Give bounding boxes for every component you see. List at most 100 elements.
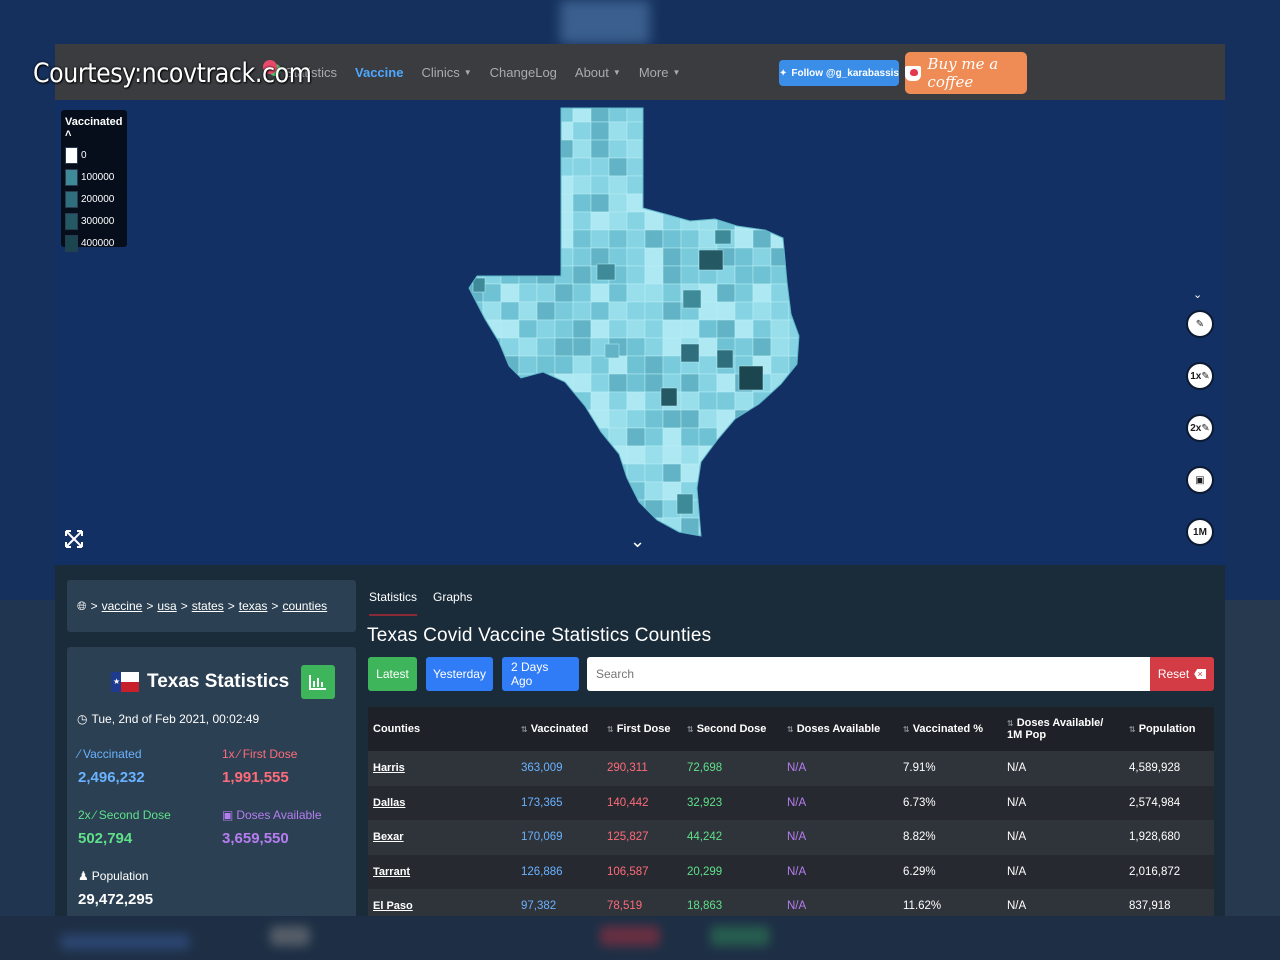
county-cell[interactable] — [770, 391, 790, 411]
pen-icon[interactable]: ✎ — [1186, 310, 1214, 338]
county-cell[interactable] — [752, 427, 772, 447]
county-cell[interactable] — [716, 373, 736, 393]
county-cell[interactable] — [734, 409, 754, 429]
county-link[interactable]: Tarrant — [373, 866, 410, 878]
county-cell[interactable] — [482, 499, 502, 519]
county-cell[interactable] — [465, 319, 484, 339]
county-cell[interactable] — [572, 319, 592, 339]
county-cell[interactable] — [716, 319, 736, 339]
county-cell[interactable] — [788, 499, 805, 519]
county-cell[interactable] — [626, 104, 646, 123]
county-cell[interactable] — [518, 319, 538, 339]
county-cell[interactable] — [752, 157, 772, 177]
county-cell[interactable] — [518, 499, 538, 519]
county-cell[interactable] — [554, 193, 574, 213]
county-cell[interactable] — [662, 409, 682, 429]
county-cell[interactable] — [572, 157, 592, 177]
county-cell[interactable] — [572, 175, 592, 195]
county-cell[interactable] — [626, 193, 646, 213]
county-cell[interactable] — [770, 535, 790, 544]
county-cell[interactable] — [626, 301, 646, 321]
county-cell[interactable] — [500, 481, 520, 501]
county-cell[interactable] — [680, 175, 700, 195]
county-cell[interactable] — [770, 463, 790, 483]
county-cell[interactable] — [500, 139, 520, 159]
county-cell[interactable] — [608, 319, 628, 339]
county-cell[interactable] — [626, 121, 646, 141]
county-cell[interactable] — [608, 229, 628, 249]
county-cell[interactable] — [465, 104, 484, 123]
county-cell[interactable] — [716, 193, 736, 213]
county-cell[interactable] — [716, 517, 736, 536]
county-cell[interactable] — [590, 104, 610, 123]
expand-icon[interactable] — [64, 529, 84, 549]
county-cell[interactable] — [734, 463, 754, 483]
2x-pen-icon[interactable]: 2x✎ — [1186, 414, 1214, 442]
county-cell[interactable] — [788, 517, 805, 536]
county-cell[interactable] — [500, 409, 520, 429]
tab-graphs[interactable]: Graphs — [433, 590, 472, 616]
county-cell[interactable] — [518, 517, 538, 536]
county-cell[interactable] — [752, 283, 772, 303]
county-cell[interactable] — [572, 481, 592, 501]
county-cell[interactable] — [680, 409, 700, 429]
county-cell[interactable] — [626, 373, 646, 393]
county-cell[interactable] — [644, 121, 664, 141]
county-cell[interactable] — [644, 463, 664, 483]
county-cell[interactable] — [644, 211, 664, 231]
county-cell[interactable] — [644, 481, 664, 501]
breadcrumb-link-vaccine[interactable]: vaccine — [102, 599, 143, 613]
county-cell[interactable] — [626, 463, 646, 483]
county-cell[interactable] — [554, 355, 574, 375]
county-cell[interactable] — [572, 121, 592, 141]
reset-button[interactable]: Reset × — [1150, 657, 1214, 691]
county-cell[interactable] — [465, 301, 484, 321]
county-cell[interactable] — [482, 193, 502, 213]
county-cell[interactable] — [770, 157, 790, 177]
county-cell[interactable] — [662, 427, 682, 447]
county-cell[interactable] — [716, 283, 736, 303]
county-cell[interactable] — [698, 193, 718, 213]
county-cell[interactable] — [626, 265, 646, 285]
county-cell[interactable] — [626, 247, 646, 267]
county-cell[interactable] — [536, 157, 556, 177]
county-cell[interactable] — [644, 535, 664, 544]
county-cell[interactable] — [752, 319, 772, 339]
county-cell[interactable] — [644, 391, 664, 411]
county-cell[interactable] — [770, 355, 790, 375]
county-cell[interactable] — [465, 517, 484, 536]
county-cell[interactable] — [770, 499, 790, 519]
county-cell[interactable] — [518, 445, 538, 465]
county-cell[interactable] — [518, 175, 538, 195]
county-cell[interactable] — [662, 283, 682, 303]
latest-button[interactable]: Latest — [368, 657, 417, 691]
county-cell[interactable] — [788, 391, 805, 411]
county-cell[interactable] — [698, 391, 718, 411]
county-link[interactable]: El Paso — [373, 900, 413, 912]
column-header[interactable]: ⇅ Doses Available/ 1M Pop — [1002, 707, 1124, 751]
county-cell[interactable] — [788, 463, 805, 483]
county-cell[interactable] — [680, 139, 700, 159]
breadcrumb-link-states[interactable]: states — [192, 599, 224, 613]
county-cell[interactable] — [518, 283, 538, 303]
county-cell[interactable] — [590, 373, 610, 393]
county-cell[interactable] — [662, 319, 682, 339]
county-cell[interactable] — [482, 175, 502, 195]
county-cell[interactable] — [536, 211, 556, 231]
chart-button[interactable] — [301, 665, 336, 699]
county-cell[interactable] — [626, 481, 646, 501]
county-cell[interactable] — [554, 265, 574, 285]
county-cell[interactable] — [662, 301, 682, 321]
county-cell[interactable] — [572, 463, 592, 483]
county-cell[interactable] — [465, 337, 484, 357]
county-cell[interactable] — [626, 427, 646, 447]
county-cell[interactable] — [698, 373, 718, 393]
county-cell[interactable] — [465, 391, 484, 411]
county-cell[interactable] — [698, 121, 718, 141]
county-cell[interactable] — [536, 247, 556, 267]
county-cell[interactable] — [554, 445, 574, 465]
county-cell[interactable] — [698, 319, 718, 339]
county-cell[interactable] — [716, 463, 736, 483]
county-cell[interactable] — [518, 139, 538, 159]
county-cell[interactable] — [788, 445, 805, 465]
